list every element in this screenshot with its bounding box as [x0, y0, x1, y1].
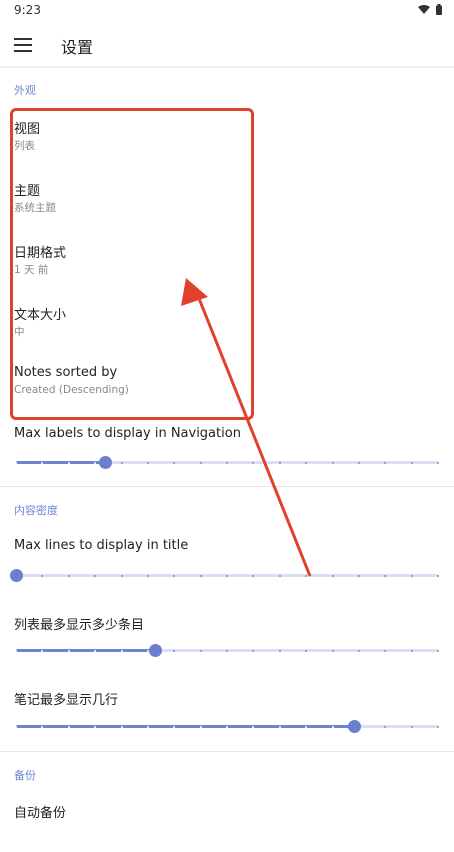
slider-tick — [226, 575, 228, 577]
slider-tick — [120, 575, 123, 577]
slider-tick — [410, 726, 413, 728]
app-bar: 设置 — [0, 22, 454, 66]
slider-tick — [226, 462, 228, 464]
slider-tick — [331, 726, 334, 728]
slider-tick — [357, 462, 360, 464]
slider-tick — [120, 462, 123, 464]
section-header-density: 内容密度 — [14, 504, 58, 517]
slider-tick — [199, 726, 202, 728]
slider-tick — [331, 462, 334, 464]
status-time: 9:23 — [14, 3, 41, 17]
status-bar: 9:23 — [0, 0, 454, 22]
slider-thumb[interactable] — [149, 644, 163, 657]
status-icons — [418, 4, 442, 15]
slider-tick — [67, 462, 70, 464]
slider-tick — [146, 726, 149, 728]
slider-tick — [199, 462, 202, 464]
list-items-slider[interactable] — [15, 643, 439, 659]
slider-tick — [15, 650, 17, 652]
pref-title: 自动备份 — [14, 806, 67, 821]
slider-tick — [146, 575, 149, 577]
slider-tick — [67, 650, 70, 652]
slider-tick — [437, 650, 439, 652]
section-header-appearance: 外观 — [14, 84, 36, 97]
slider-fill — [16, 649, 156, 652]
slider-tick — [15, 462, 17, 464]
pref-auto-backup[interactable]: 自动备份 — [0, 796, 454, 852]
slider-tick — [331, 650, 334, 652]
note-lines-slider[interactable] — [15, 719, 439, 735]
app-bar-divider — [0, 66, 454, 68]
slider-tick — [67, 575, 70, 577]
page-title: 设置 — [61, 38, 94, 57]
slider-title-note-lines: 笔记最多显示几行 — [14, 693, 119, 708]
section-header-backup: 备份 — [14, 769, 36, 782]
slider-tick — [410, 575, 413, 577]
slider-tick — [357, 575, 360, 577]
slider-tick — [15, 726, 17, 728]
slider-tick — [331, 575, 334, 577]
slider-tick — [278, 650, 281, 652]
slider-tick — [120, 650, 123, 652]
slider-tick — [120, 726, 123, 728]
slider-tick — [199, 575, 202, 577]
slider-tick — [410, 650, 413, 652]
slider-fill — [16, 461, 105, 464]
slider-title-max-lines: Max lines to display in title — [14, 538, 189, 553]
slider-tick — [278, 575, 281, 577]
highlight-box — [10, 108, 254, 420]
max-lines-title-slider[interactable] — [10, 568, 439, 584]
slider-tick — [67, 726, 70, 728]
slider-thumb[interactable] — [347, 720, 361, 733]
slider-title-list-items: 列表最多显示多少条目 — [14, 618, 145, 633]
slider-tick — [437, 575, 439, 577]
wifi-icon — [418, 4, 430, 14]
menu-icon[interactable] — [14, 38, 32, 52]
slider-tick — [410, 462, 413, 464]
slider-tick — [226, 650, 228, 652]
slider-tick — [278, 726, 281, 728]
slider-tick — [146, 462, 149, 464]
slider-tick — [278, 462, 281, 464]
slider-thumb[interactable] — [98, 456, 112, 469]
slider-tick — [437, 462, 439, 464]
section-divider — [0, 751, 454, 752]
battery-icon — [436, 4, 442, 15]
slider-tick — [437, 726, 439, 728]
slider-tick — [199, 650, 202, 652]
slider-tick — [226, 726, 228, 728]
slider-fill — [16, 725, 354, 728]
slider-title-max-labels: Max labels to display in Navigation — [14, 426, 241, 441]
section-divider — [0, 486, 454, 487]
slider-thumb[interactable] — [10, 569, 23, 582]
max-labels-slider[interactable] — [15, 455, 439, 471]
slider-tick — [357, 650, 360, 652]
